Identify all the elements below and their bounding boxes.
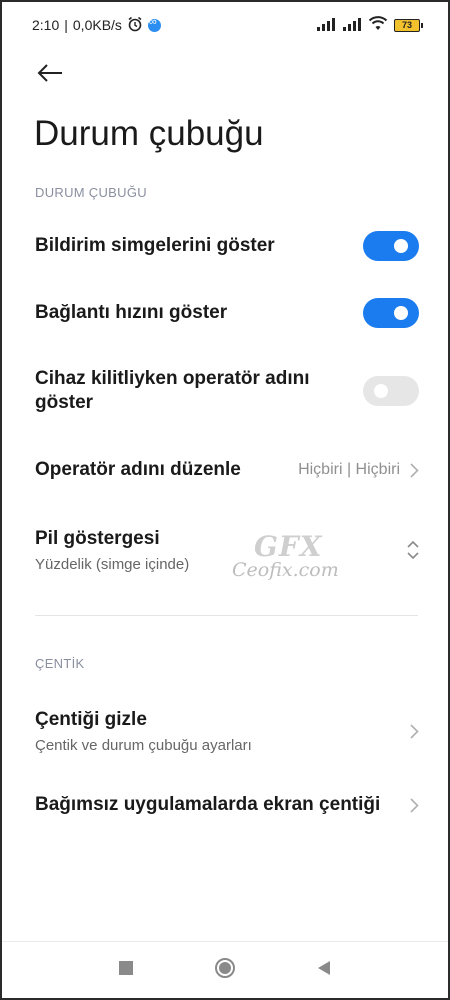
setting-show-notification-icons[interactable]: Bildirim simgelerini göster [35, 230, 419, 262]
divider [35, 615, 418, 616]
chevron-up-down-icon [407, 540, 419, 560]
back-nav-button[interactable] [316, 960, 332, 981]
alarm-icon [127, 16, 143, 35]
circle-icon [215, 957, 235, 978]
setting-battery-indicator[interactable]: Pil göstergesi Yüzdelik (simge içinde) [35, 524, 419, 576]
setting-label: Çentiği gizle [35, 708, 147, 730]
watermark-text: Ceofix.com [232, 559, 339, 581]
carrier-name-value: Hiçbiri | Hiçbiri [298, 461, 400, 478]
setting-label: Pil göstergesi [35, 527, 160, 549]
back-button[interactable] [36, 58, 70, 88]
toggle-switch[interactable] [363, 298, 419, 328]
setting-label: Cihaz kilitliyken operatör adını göster [35, 368, 310, 413]
network-speed: 0,0KB/s [72, 17, 122, 33]
triangle-left-icon [318, 960, 330, 975]
wifi-icon [368, 16, 388, 34]
toggle-knob [394, 306, 408, 320]
separator: | [64, 17, 68, 33]
square-icon [119, 960, 133, 975]
status-bar: 2:10 | 0,0KB/s 73 [2, 2, 448, 48]
setting-edit-carrier-name[interactable]: Operatör adını düzenle Hiçbiri | Hiçbiri [35, 454, 419, 486]
section-header-status-bar: DURUM ÇUBUĞU [35, 185, 147, 200]
clock: 2:10 [32, 17, 60, 33]
setting-hide-notch[interactable]: Çentiği gizle Çentik ve durum çubuğu aya… [35, 705, 419, 757]
toggle-switch[interactable] [363, 231, 419, 261]
navigation-bar [2, 941, 448, 998]
toggle-knob [394, 239, 408, 253]
status-left: 2:10 | 0,0KB/s [32, 16, 161, 35]
setting-app-notch[interactable]: Bağımsız uygulamalarda ekran çentiği [35, 789, 419, 821]
chevron-right-icon [410, 797, 419, 813]
setting-text: Çentiği gizle Çentik ve durum çubuğu aya… [35, 709, 252, 754]
setting-text: Pil göstergesi Yüzdelik (simge içinde) [35, 528, 189, 573]
signal-icon [316, 17, 336, 34]
setting-subtitle: Çentik ve durum çubuğu ayarları [35, 736, 252, 754]
setting-subtitle: Yüzdelik (simge içinde) [35, 555, 190, 573]
chevron-right-icon [410, 462, 419, 478]
setting-label: Bildirim simgelerini göster [35, 235, 275, 256]
setting-label: Bağımsız uygulamalarda ekran çentiği [35, 794, 381, 815]
setting-label: Bağlantı hızını göster [35, 302, 228, 323]
recent-apps-button[interactable] [118, 960, 134, 981]
setting-label: Operatör adını düzenle [35, 459, 241, 480]
battery-icon: 73 [394, 18, 423, 32]
toggle-knob [374, 384, 388, 398]
setting-show-carrier-when-locked[interactable]: Cihaz kilitliyken operatör adını göster [35, 366, 419, 416]
toggle-switch[interactable] [363, 376, 419, 406]
status-right: 73 [316, 16, 423, 34]
watermark: GFX Ceofix.com [232, 530, 339, 581]
chevron-right-icon [410, 723, 419, 739]
home-button[interactable] [214, 957, 236, 984]
setting-value: Hiçbiri | Hiçbiri [298, 461, 419, 479]
arrow-left-icon [37, 64, 62, 82]
section-header-notch: ÇENTİK [35, 656, 85, 671]
page-title: Durum çubuğu [34, 114, 264, 153]
setting-show-connection-speed[interactable]: Bağlantı hızını göster [35, 297, 419, 329]
app-notification-icon [147, 16, 161, 32]
signal-icon-2 [342, 17, 362, 34]
